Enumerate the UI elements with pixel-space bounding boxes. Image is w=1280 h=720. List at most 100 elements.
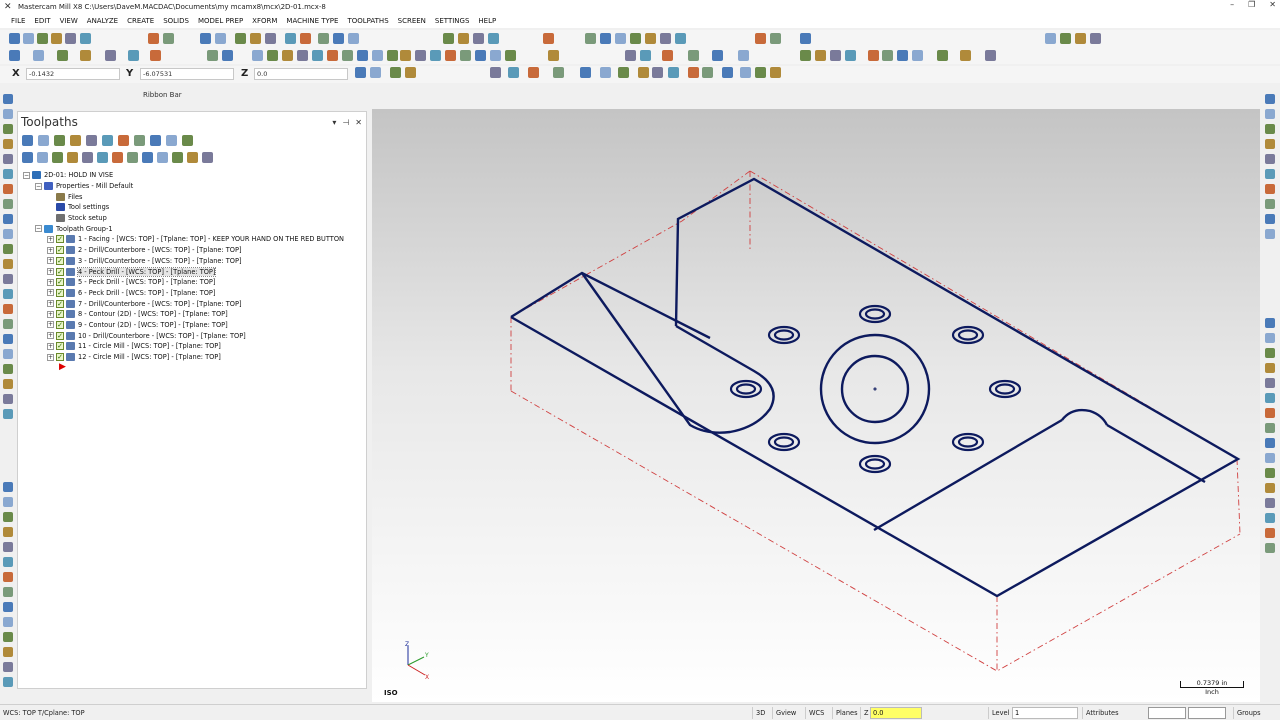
rightstrip-icon-6[interactable] bbox=[1265, 393, 1275, 403]
attributes-button[interactable]: Attributes bbox=[1082, 707, 1122, 719]
tree-row[interactable]: − Properties - Mill Default bbox=[23, 181, 363, 192]
toolbar2-icon-38[interactable] bbox=[845, 50, 856, 61]
toolpaths-tb2-icon-9[interactable] bbox=[142, 152, 153, 163]
menu-solids[interactable]: SOLIDS bbox=[163, 17, 189, 25]
operation-checkbox[interactable]: ✓ bbox=[56, 320, 64, 329]
leftstrip-icon-14[interactable] bbox=[3, 289, 13, 299]
tree-row[interactable]: + ✓ 9 - Contour (2D) - [WCS: TOP] - [Tplan… bbox=[23, 320, 363, 331]
toolpaths-tb2-icon-3[interactable] bbox=[52, 152, 63, 163]
toolbar2-icon-1[interactable] bbox=[9, 50, 20, 61]
toolbar2-icon-39[interactable] bbox=[868, 50, 879, 61]
level-field[interactable]: 1 bbox=[1012, 707, 1078, 719]
toolbar1-icon-23[interactable] bbox=[543, 33, 554, 44]
toolbar1-icon-14[interactable] bbox=[285, 33, 296, 44]
x-coordinate-input[interactable] bbox=[26, 68, 120, 80]
toolbar1-icon-16[interactable] bbox=[318, 33, 329, 44]
toolpaths-tb2-icon-8[interactable] bbox=[127, 152, 138, 163]
toolbar2-icon-27[interactable] bbox=[505, 50, 516, 61]
rightstrip-icon-11[interactable] bbox=[1265, 468, 1275, 478]
leftstrip-icon-5[interactable] bbox=[3, 154, 13, 164]
leftstrip-icon-3[interactable] bbox=[3, 512, 13, 522]
toolbar2-icon-25[interactable] bbox=[475, 50, 486, 61]
leftstrip-icon-9[interactable] bbox=[3, 214, 13, 224]
maximize-button[interactable]: ❐ bbox=[1248, 0, 1255, 9]
leftstrip-icon-1[interactable] bbox=[3, 482, 13, 492]
3d-button[interactable]: 3D bbox=[752, 707, 768, 719]
toolbar1-icon-22[interactable] bbox=[488, 33, 499, 44]
expand-icon[interactable]: + bbox=[47, 310, 54, 318]
autocursor-icon-16[interactable] bbox=[702, 67, 713, 78]
rightstrip-icon-6[interactable] bbox=[1265, 169, 1275, 179]
toolbar1-icon-25[interactable] bbox=[600, 33, 611, 44]
y-coordinate-input[interactable] bbox=[140, 68, 234, 80]
rightstrip-icon-5[interactable] bbox=[1265, 154, 1275, 164]
toolbar2-icon-37[interactable] bbox=[830, 50, 841, 61]
toolpaths-tb1-icon-4[interactable] bbox=[70, 135, 81, 146]
autocursor-icon-15[interactable] bbox=[688, 67, 699, 78]
toolbar2-icon-44[interactable] bbox=[960, 50, 971, 61]
menu-file[interactable]: FILE bbox=[11, 17, 25, 25]
graphics-viewport[interactable]: Z Y X ISO 0.7379 in Inch bbox=[372, 109, 1260, 702]
panel-menu-button[interactable]: ▾ bbox=[332, 118, 336, 127]
expand-icon[interactable]: + bbox=[47, 332, 54, 340]
minimize-button[interactable]: – bbox=[1230, 0, 1234, 9]
toolpaths-tb2-icon-5[interactable] bbox=[82, 152, 93, 163]
panel-close-button[interactable]: ✕ bbox=[355, 118, 362, 127]
autocursor-icon-6[interactable] bbox=[508, 67, 519, 78]
menu-toolpaths[interactable]: TOOLPATHS bbox=[347, 17, 388, 25]
toolbar1-icon-11[interactable] bbox=[235, 33, 246, 44]
close-button[interactable]: ✕ bbox=[1269, 0, 1276, 9]
expand-icon[interactable]: + bbox=[47, 353, 54, 361]
toolbar1-icon-37[interactable] bbox=[1090, 33, 1101, 44]
toolbar2-icon-43[interactable] bbox=[937, 50, 948, 61]
tree-row[interactable]: + ✓ 8 - Contour (2D) - [WCS: TOP] - [Tplan… bbox=[23, 309, 363, 320]
toolbar2-icon-13[interactable] bbox=[297, 50, 308, 61]
toolbar1-icon-24[interactable] bbox=[585, 33, 596, 44]
expand-icon[interactable]: + bbox=[47, 342, 54, 350]
toolbar1-icon-9[interactable] bbox=[200, 33, 211, 44]
toolbar1-icon-3[interactable] bbox=[37, 33, 48, 44]
leftstrip-icon-22[interactable] bbox=[3, 409, 13, 419]
autocursor-icon-5[interactable] bbox=[490, 67, 501, 78]
toolbar2-icon-24[interactable] bbox=[460, 50, 471, 61]
pin-icon[interactable]: ⊣ bbox=[342, 118, 349, 127]
toolpaths-tb1-icon-5[interactable] bbox=[86, 135, 97, 146]
rightstrip-icon-7[interactable] bbox=[1265, 408, 1275, 418]
toolbar2-icon-8[interactable] bbox=[207, 50, 218, 61]
toolbar2-icon-6[interactable] bbox=[128, 50, 139, 61]
tree-row[interactable]: − 2D-01: HOLD IN VISE bbox=[23, 170, 363, 181]
toolbar1-icon-7[interactable] bbox=[148, 33, 159, 44]
autocursor-icon-4[interactable] bbox=[405, 67, 416, 78]
toolbar2-icon-42[interactable] bbox=[912, 50, 923, 61]
rightstrip-icon-3[interactable] bbox=[1265, 124, 1275, 134]
toolbar2-icon-19[interactable] bbox=[387, 50, 398, 61]
toolbar1-icon-17[interactable] bbox=[333, 33, 344, 44]
leftstrip-icon-6[interactable] bbox=[3, 169, 13, 179]
leftstrip-icon-12[interactable] bbox=[3, 259, 13, 269]
toolbar2-icon-32[interactable] bbox=[688, 50, 699, 61]
menu-edit[interactable]: EDIT bbox=[34, 17, 50, 25]
autocursor-icon-14[interactable] bbox=[668, 67, 679, 78]
gview-button[interactable]: Gview bbox=[772, 707, 799, 719]
operation-checkbox[interactable]: ✓ bbox=[56, 331, 64, 340]
toolbar1-icon-10[interactable] bbox=[215, 33, 226, 44]
autocursor-icon-8[interactable] bbox=[553, 67, 564, 78]
tree-row[interactable]: Files bbox=[23, 191, 363, 202]
leftstrip-icon-1[interactable] bbox=[3, 94, 13, 104]
expand-icon[interactable]: + bbox=[47, 300, 54, 308]
leftstrip-icon-17[interactable] bbox=[3, 334, 13, 344]
toolpaths-tb1-icon-10[interactable] bbox=[166, 135, 177, 146]
autocursor-icon-18[interactable] bbox=[740, 67, 751, 78]
autocursor-icon-3[interactable] bbox=[390, 67, 401, 78]
toolpaths-tb1-icon-6[interactable] bbox=[102, 135, 113, 146]
toolpaths-tb2-icon-13[interactable] bbox=[202, 152, 213, 163]
toolbar1-icon-15[interactable] bbox=[300, 33, 311, 44]
leftstrip-icon-12[interactable] bbox=[3, 647, 13, 657]
toolbar2-icon-10[interactable] bbox=[252, 50, 263, 61]
menu-help[interactable]: HELP bbox=[478, 17, 496, 25]
leftstrip-icon-18[interactable] bbox=[3, 349, 13, 359]
toolbar2-icon-4[interactable] bbox=[80, 50, 91, 61]
toolbar1-icon-12[interactable] bbox=[250, 33, 261, 44]
toolbar2-icon-45[interactable] bbox=[985, 50, 996, 61]
rightstrip-icon-1[interactable] bbox=[1265, 318, 1275, 328]
